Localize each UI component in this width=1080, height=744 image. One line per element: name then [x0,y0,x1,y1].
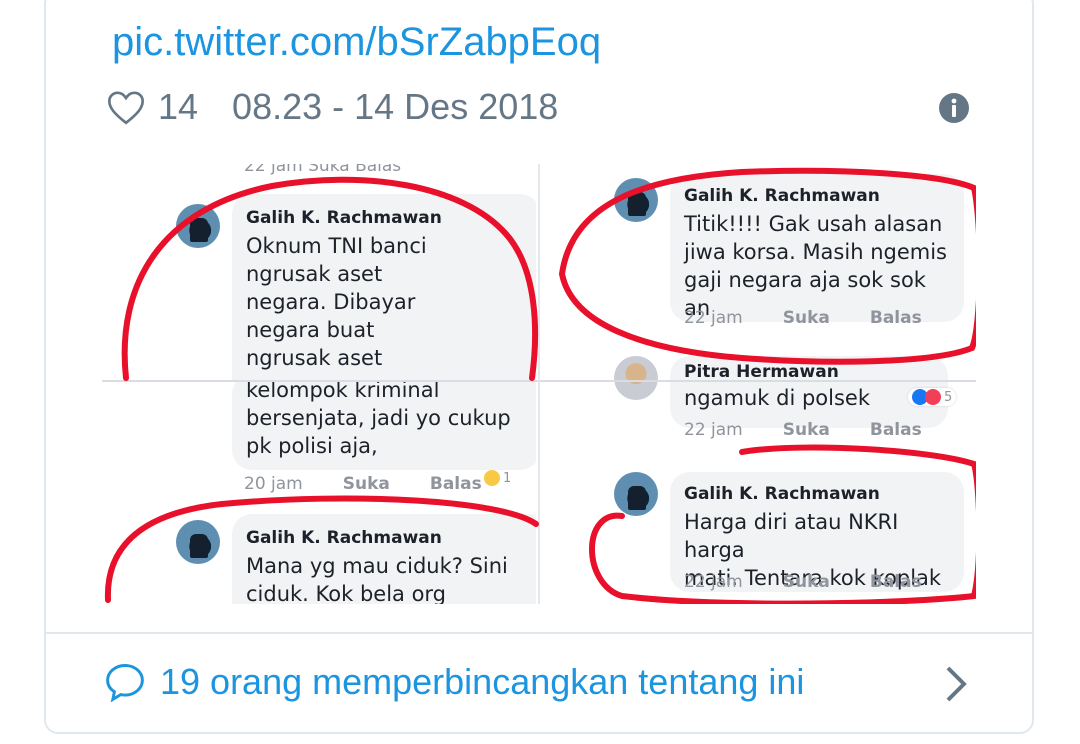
comment-actions: 22 jam Suka Balas [684,308,922,328]
photo-divider-vertical [538,164,540,604]
reaction-count: 1 [484,470,511,486]
avatar [176,520,220,564]
like-count: 14 [158,86,199,127]
comment-actions: 22 jam Suka Balas [684,572,922,592]
comment-actions: 22 jam Suka Balas [684,420,922,440]
chevron-right-icon[interactable] [942,664,970,709]
discussion-text[interactable]: 19 orang memperbincangkan tentang ini [160,661,804,703]
commenter-name: Pitra Hermawan [684,362,839,382]
tweet-meta: 14 08.23 - 14 Des 2018 [106,82,558,132]
comment-panel-5: Galih K. Rachmawan Mana yg mau ciduk? Si… [102,494,536,604]
comment-text-continued: kelompok kriminal bersenjata, jadi yo cu… [246,382,511,458]
avatar [614,472,658,516]
avatar [614,178,658,222]
comment-icon [104,662,160,702]
comment-panel-4: Galih K. Rachmawan Harga diri atau NKRI … [540,444,976,604]
avatar [614,356,658,400]
comment-text: ngamuk di polsek [684,386,870,410]
commenter-name: Galih K. Rachmawan [246,528,442,548]
discussion-link[interactable]: 19 orang memperbincangkan tentang ini [104,652,804,712]
heart-icon[interactable] [106,88,146,126]
comment-actions: 20 jam Suka Balas [244,474,482,494]
haha-icon [484,470,500,486]
comment-panel-1: 22 jam Suka Balas Galih K. Rachmawan Okn… [102,164,536,380]
photo-link[interactable]: pic.twitter.com/bSrZabpEoq [112,20,601,65]
comment-panel-1-cont: kelompok kriminal bersenjata, jadi yo cu… [102,382,536,494]
comment-text: Titik!!!! Gak usah alasan jiwa korsa. Ma… [684,212,947,320]
comment-panel-3: Pitra Hermawan ngamuk di polsek 5 22 jam… [540,344,976,444]
comment-bubble: kelompok kriminal bersenjata, jadi yo cu… [232,382,536,470]
footer-divider [46,632,1032,634]
commenter-name: Galih K. Rachmawan [684,186,880,206]
tweet-timestamp: 08.23 - 14 Des 2018 [232,86,559,127]
panel-1-top-fragment: 22 jam Suka Balas [244,164,402,176]
love-reaction-icon [925,389,941,405]
comment-text: Oknum TNI banci ngrusak aset negara. Dib… [246,234,427,370]
comment-bubble: Galih K. Rachmawan Mana yg mau ciduk? Si… [232,514,536,604]
info-icon[interactable] [938,92,970,124]
commenter-name: Galih K. Rachmawan [246,208,442,228]
tweet-photo[interactable]: 22 jam Suka Balas Galih K. Rachmawan Okn… [102,164,976,604]
comment-bubble: Galih K. Rachmawan Oknum TNI banci ngrus… [232,194,536,380]
commenter-name: Galih K. Rachmawan [684,484,880,504]
reaction-count: 5 [908,388,957,406]
avatar [176,204,220,248]
comment-panel-2: Galih K. Rachmawan Titik!!!! Gak usah al… [540,164,976,344]
comment-text: Mana yg mau ciduk? Sini ciduk. Kok bela … [246,554,508,604]
comment-bubble: Pitra Hermawan ngamuk di polsek [670,356,948,428]
comment-bubble: Galih K. Rachmawan Titik!!!! Gak usah al… [670,174,964,322]
